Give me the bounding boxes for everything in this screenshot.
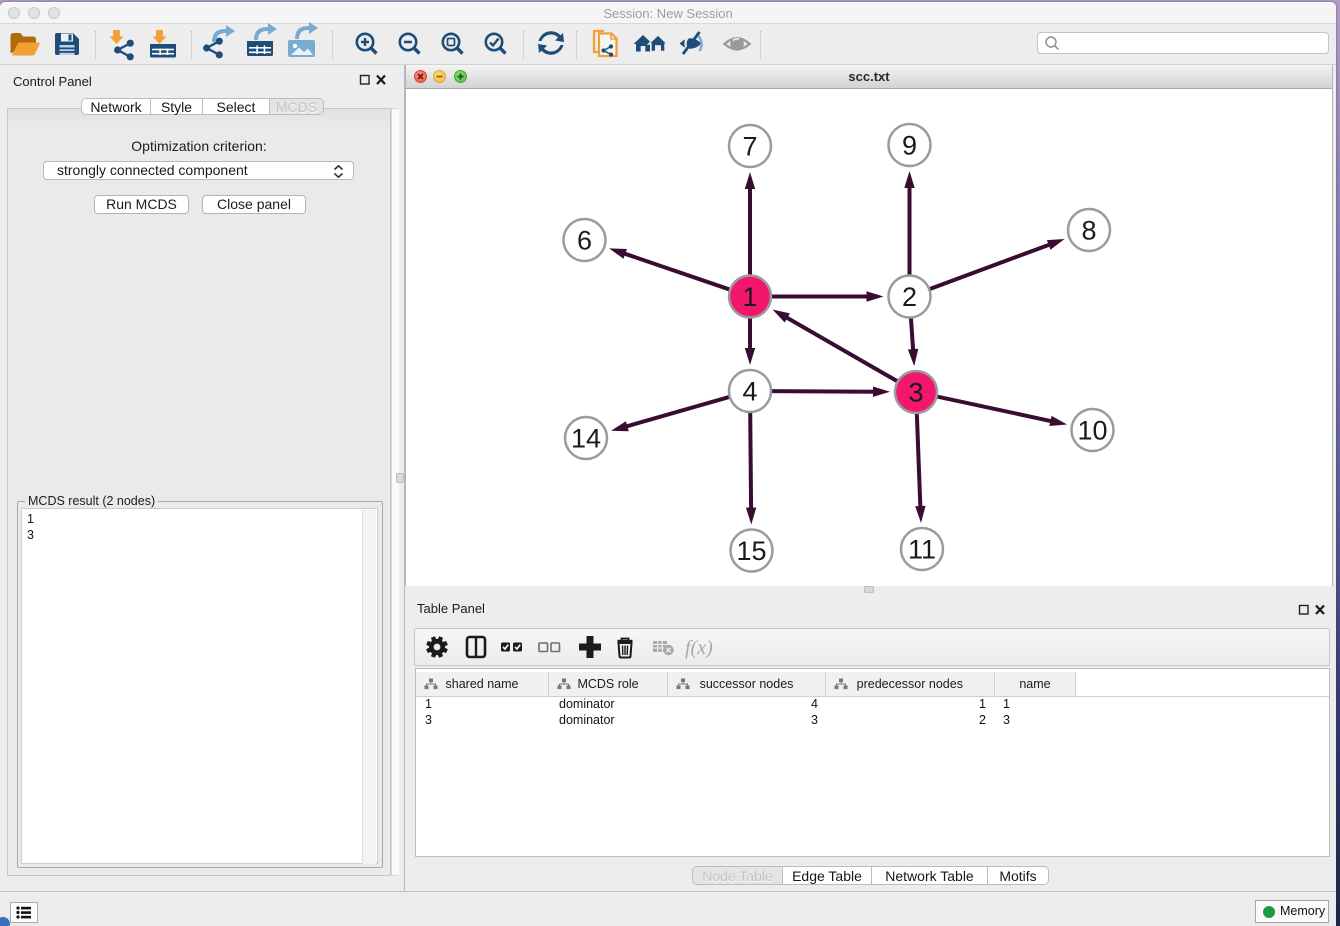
svg-text:6: 6 <box>577 226 592 256</box>
svg-text:2: 2 <box>902 282 917 312</box>
svg-text:11: 11 <box>908 535 936 565</box>
svg-text:8: 8 <box>1081 216 1096 246</box>
svg-text:15: 15 <box>736 536 766 566</box>
svg-text:3: 3 <box>908 378 923 408</box>
svg-text:10: 10 <box>1077 416 1107 446</box>
svg-text:f(x): f(x) <box>685 637 713 659</box>
svg-text:9: 9 <box>902 131 917 161</box>
svg-text:4: 4 <box>742 377 757 407</box>
svg-text:7: 7 <box>742 132 757 162</box>
svg-text:1: 1 <box>742 282 757 312</box>
svg-text:14: 14 <box>571 424 601 454</box>
